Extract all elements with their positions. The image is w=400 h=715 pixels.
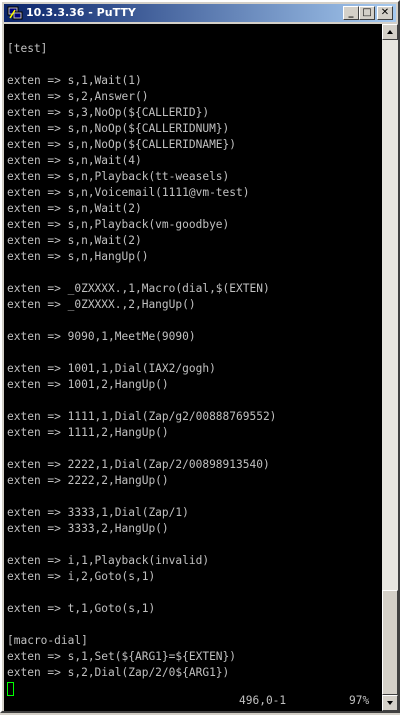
terminal-line: exten => 1001,1,Dial(IAX2/gogh): [7, 362, 216, 375]
putty-window: 10.3.3.36 - PuTTY _ □ ✕ [test] exten => s…: [0, 0, 400, 713]
maximize-icon: □: [362, 7, 372, 18]
scroll-up-arrow-icon: [387, 30, 393, 34]
scrollbar-thumb[interactable]: [382, 590, 398, 695]
terminal-line: exten => s,2,Dial(Zap/2/0${ARG1}): [7, 666, 230, 679]
terminal-line: exten => s,n,Wait(2): [7, 202, 142, 215]
terminal-line: exten => 3333,2,HangUp(): [7, 522, 169, 535]
scroll-percent: 97%: [349, 694, 370, 707]
minimize-button[interactable]: _: [343, 6, 359, 20]
close-button[interactable]: ✕: [377, 6, 393, 20]
terminal-line: exten => s,n,NoOp(${CALLERIDNAME}): [7, 138, 237, 151]
terminal-line: exten => 3333,1,Dial(Zap/1): [7, 506, 189, 519]
terminal-line: exten => s,n,NoOp(${CALLERIDNUM}): [7, 122, 230, 135]
terminal-line: exten => _0ZXXXX.,1,Macro(dial,$(EXTEN): [7, 282, 270, 295]
terminal-line: exten => s,1,Set(${ARG1}=${EXTEN}): [7, 650, 237, 663]
putty-icon: [7, 6, 23, 20]
title-bar[interactable]: 10.3.3.36 - PuTTY _ □ ✕: [4, 4, 396, 22]
terminal-line: exten => 1001,2,HangUp(): [7, 378, 169, 391]
vertical-scrollbar[interactable]: [382, 24, 398, 711]
terminal-line: exten => 2222,2,HangUp(): [7, 474, 169, 487]
terminal-line: exten => 1111,1,Dial(Zap/g2/00888769552): [7, 410, 277, 423]
terminal-line: exten => s,n,Wait(2): [7, 234, 142, 247]
terminal-line: exten => _0ZXXXX.,2,HangUp(): [7, 298, 196, 311]
close-icon: ✕: [380, 7, 390, 18]
window-title: 10.3.3.36 - PuTTY: [26, 6, 136, 19]
terminal-line: exten => s,3,NoOp(${CALLERID}): [7, 106, 210, 119]
terminal-line: exten => s,n,Voicemail(1111@vm-test): [7, 186, 250, 199]
scroll-up-button[interactable]: [382, 24, 398, 40]
vim-status-line: 496,0-1 97%: [4, 693, 382, 709]
terminal-line: exten => 1111,2,HangUp(): [7, 426, 169, 439]
scroll-down-arrow-icon: [387, 701, 393, 705]
terminal-line: exten => s,2,Answer(): [7, 90, 149, 103]
terminal-line: exten => s,n,Playback(tt-weasels): [7, 170, 230, 183]
terminal-line: exten => 2222,1,Dial(Zap/2/00898913540): [7, 458, 270, 471]
terminal-line: [macro-dial]: [7, 634, 88, 647]
terminal-line: exten => t,1,Goto(s,1): [7, 602, 156, 615]
cursor-position: 496,0-1: [239, 694, 287, 707]
scroll-down-button[interactable]: [382, 695, 398, 711]
terminal-line: exten => i,2,Goto(s,1): [7, 570, 156, 583]
terminal-line: exten => s,n,HangUp(): [7, 250, 149, 263]
terminal-area[interactable]: [test] exten => s,1,Wait(1) exten => s,2,A…: [4, 24, 382, 711]
terminal-line: [test]: [7, 42, 48, 55]
terminal-text: [test] exten => s,1,Wait(1) exten => s,2,A…: [7, 41, 276, 697]
maximize-button[interactable]: □: [359, 6, 375, 20]
terminal-line: exten => i,1,Playback(invalid): [7, 554, 210, 567]
minimize-icon: _: [348, 7, 354, 18]
terminal-line: exten => s,n,Wait(4): [7, 154, 142, 167]
terminal-line: exten => 9090,1,MeetMe(9090): [7, 330, 196, 343]
terminal-line: exten => s,1,Wait(1): [7, 74, 142, 87]
terminal-line: exten => s,n,Playback(vm-goodbye): [7, 218, 230, 231]
